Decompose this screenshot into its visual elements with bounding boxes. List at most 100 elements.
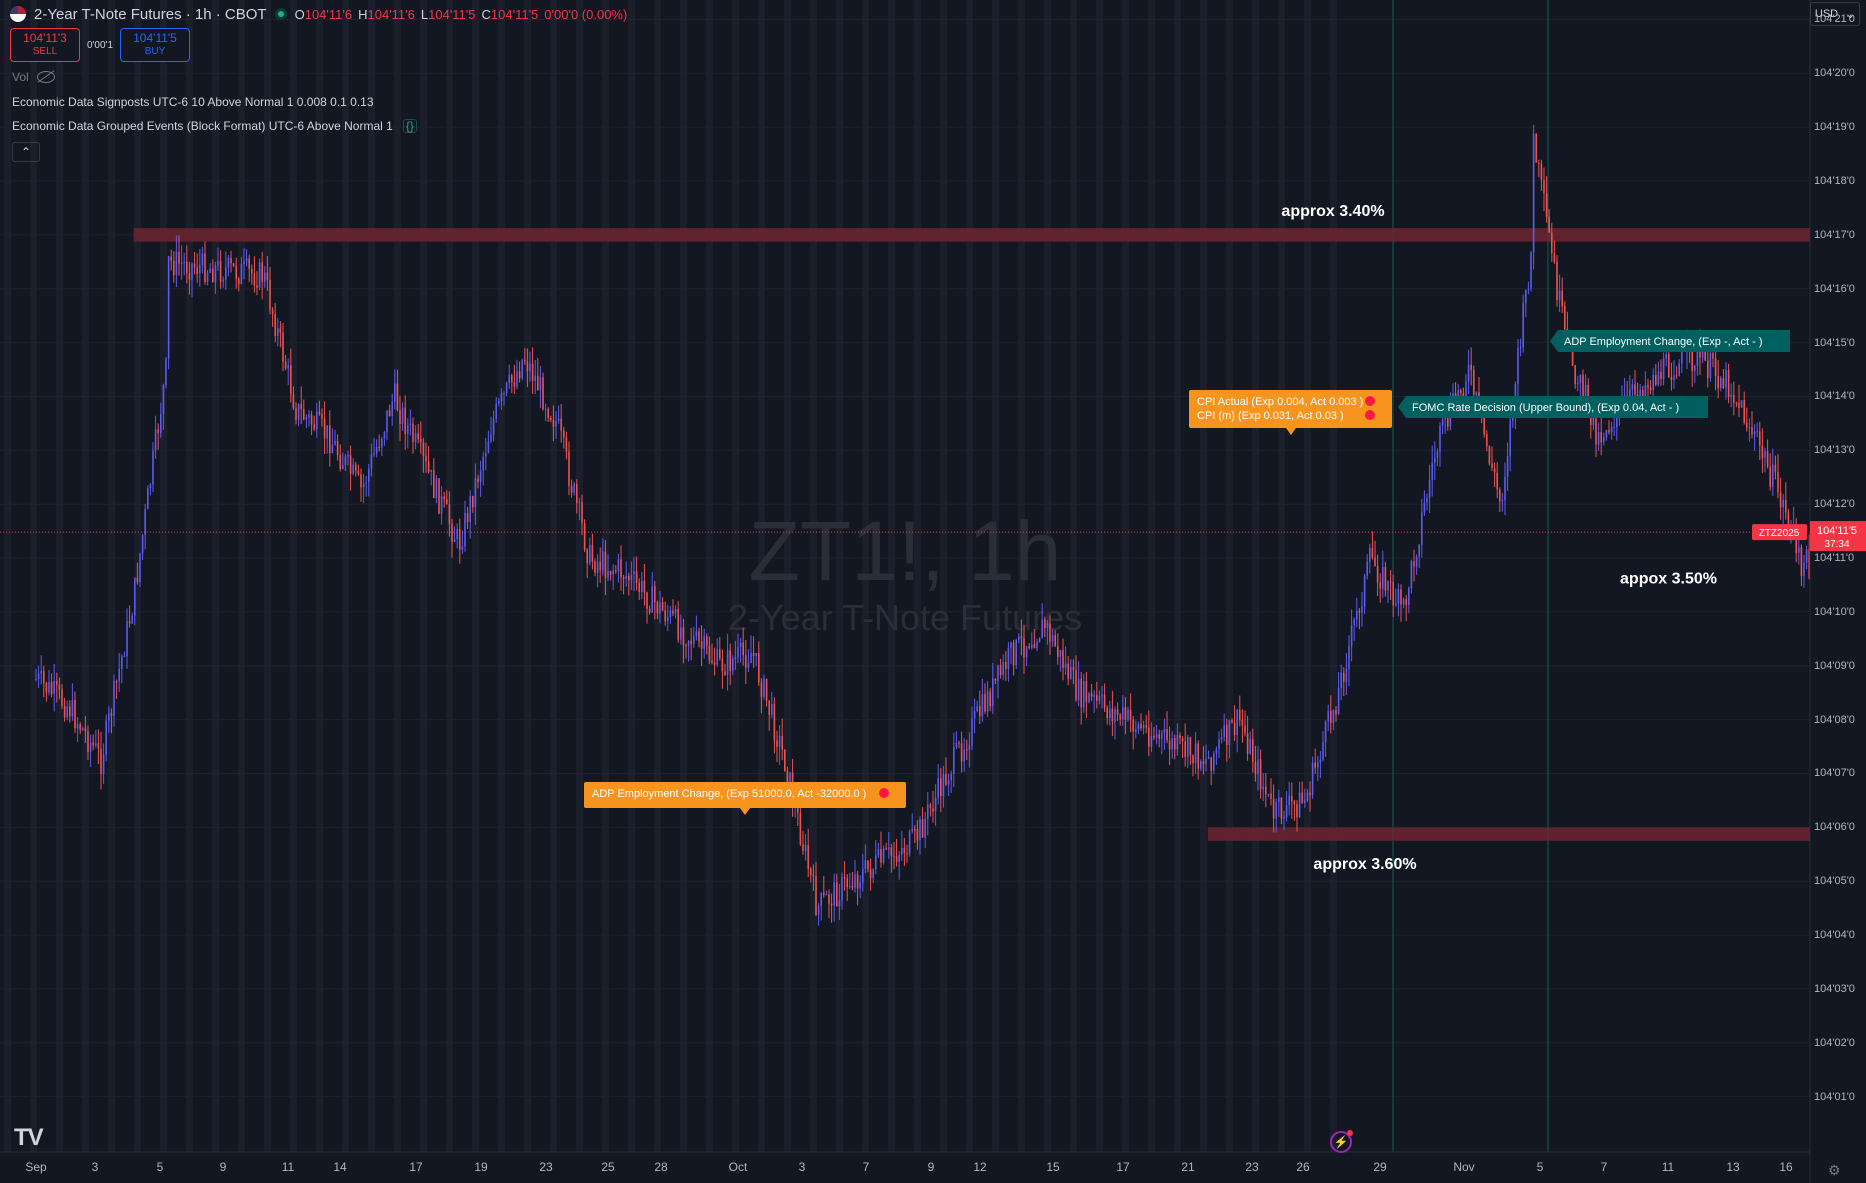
candle-body — [1319, 759, 1322, 763]
candle-body — [1727, 369, 1730, 398]
candle-body — [981, 693, 984, 717]
candle-body — [534, 375, 536, 381]
time-tick-label: 12 — [973, 1160, 987, 1174]
indicator-legend-grouped[interactable]: Economic Data Grouped Events (Block Form… — [12, 119, 417, 133]
candle-body — [1265, 786, 1267, 795]
candle-body — [1540, 163, 1543, 180]
candle-body — [214, 265, 217, 283]
us-flag-icon — [10, 6, 26, 22]
candle-body — [1673, 375, 1675, 381]
candle-body — [609, 571, 612, 575]
candle-body — [45, 683, 48, 693]
candle-body — [1270, 793, 1272, 799]
candle-body — [929, 804, 932, 809]
session-band — [1200, 0, 1207, 1152]
candle-body — [984, 693, 986, 712]
buy-button[interactable]: 104'11'5 BUY — [120, 28, 190, 62]
buy-label: BUY — [144, 46, 166, 57]
candle-body — [160, 414, 162, 434]
candle-body — [1002, 661, 1004, 675]
candle-body — [310, 414, 313, 425]
lightning-alert-icon[interactable]: ⚡ — [1330, 1130, 1353, 1153]
candle-body — [560, 418, 562, 431]
hidden-eye-icon[interactable] — [36, 71, 55, 83]
candle-body — [747, 662, 750, 668]
candle-body — [131, 615, 133, 624]
volume-legend[interactable]: Vol — [12, 70, 55, 84]
time-tick-label: 25 — [601, 1160, 615, 1174]
candle-body — [238, 278, 240, 284]
candle-body — [1192, 755, 1194, 764]
candle-body — [906, 853, 908, 855]
candle-body — [1738, 402, 1740, 408]
candle-body — [342, 465, 344, 469]
candle-body — [599, 561, 601, 571]
gear-icon[interactable]: ⚙ — [1828, 1162, 1841, 1179]
candle-body — [1525, 289, 1527, 304]
indicator-legend-signposts[interactable]: Economic Data Signposts UTC-6 10 Above N… — [12, 95, 374, 109]
time-tick-label: 11 — [281, 1160, 295, 1174]
candle-body — [401, 407, 404, 424]
session-band — [732, 0, 739, 1152]
symbol-title[interactable]: 2-Year T-Note Futures · 1h · CBOT — [34, 6, 267, 23]
session-band — [524, 0, 531, 1152]
candle-body — [243, 261, 245, 264]
candle-body — [178, 251, 180, 264]
candle-body — [784, 749, 786, 772]
candle-body — [269, 279, 271, 310]
price-tick-label: 104'05'0 — [1814, 875, 1855, 888]
candle-body — [768, 700, 770, 715]
candle-body — [1428, 480, 1431, 498]
tradingview-logo-icon[interactable]: TV — [14, 1124, 44, 1152]
candle-body — [1163, 729, 1166, 733]
candle-body — [1116, 709, 1119, 715]
candle-body — [828, 894, 830, 904]
candle-body — [1122, 707, 1124, 720]
candle-body — [1127, 709, 1129, 720]
candle-body — [1129, 709, 1132, 720]
candle-body — [373, 453, 375, 455]
candle-body — [1777, 472, 1779, 493]
collapse-legend-button[interactable]: ⌃ — [12, 142, 40, 162]
time-tick-label: 9 — [927, 1160, 935, 1174]
candle-body — [1392, 582, 1394, 606]
source-code-icon[interactable]: {} — [402, 119, 417, 133]
ohlc-values: O104'11'6 H104'11'6 L104'11'5 C104'11'5 … — [295, 7, 628, 22]
candle-body — [724, 671, 726, 675]
candle-body — [1051, 635, 1054, 642]
candle-body — [300, 404, 302, 410]
candle-body — [1020, 636, 1023, 639]
candle-body — [945, 774, 947, 785]
time-tick-label: 3 — [91, 1160, 99, 1174]
candle-body — [433, 469, 435, 498]
candle-body — [386, 410, 388, 433]
market-status-icon[interactable] — [274, 8, 287, 20]
candle-body — [617, 559, 620, 572]
candle-body — [251, 268, 253, 274]
candle-body — [466, 513, 469, 522]
time-tick-label: Nov — [1453, 1160, 1475, 1174]
candle-body — [1275, 801, 1277, 819]
candle-body — [841, 876, 843, 901]
candle-body — [690, 641, 692, 644]
candle-body — [1025, 646, 1028, 658]
price-chart[interactable]: ZT1!, 1h 2-Year T-Note Futures ADP Emplo… — [0, 0, 1866, 1183]
candle-body — [700, 641, 703, 649]
candle-body — [1080, 678, 1082, 708]
candle-body — [1413, 561, 1415, 567]
candle-body — [729, 650, 731, 671]
candle-body — [555, 420, 557, 427]
sell-button[interactable]: 104'11'3 SELL — [10, 28, 80, 62]
candle-body — [256, 285, 258, 288]
candle-body — [1725, 369, 1727, 388]
candle-body — [1493, 468, 1496, 473]
candle-body — [654, 586, 656, 603]
time-tick-label: 9 — [219, 1160, 227, 1174]
candle-body — [1194, 743, 1197, 764]
candle-body — [1798, 547, 1800, 553]
candle-body — [1239, 709, 1241, 720]
candle-body — [1210, 757, 1212, 771]
candle-body — [815, 876, 817, 915]
candle-body — [583, 523, 586, 550]
candle-body — [1236, 709, 1238, 736]
